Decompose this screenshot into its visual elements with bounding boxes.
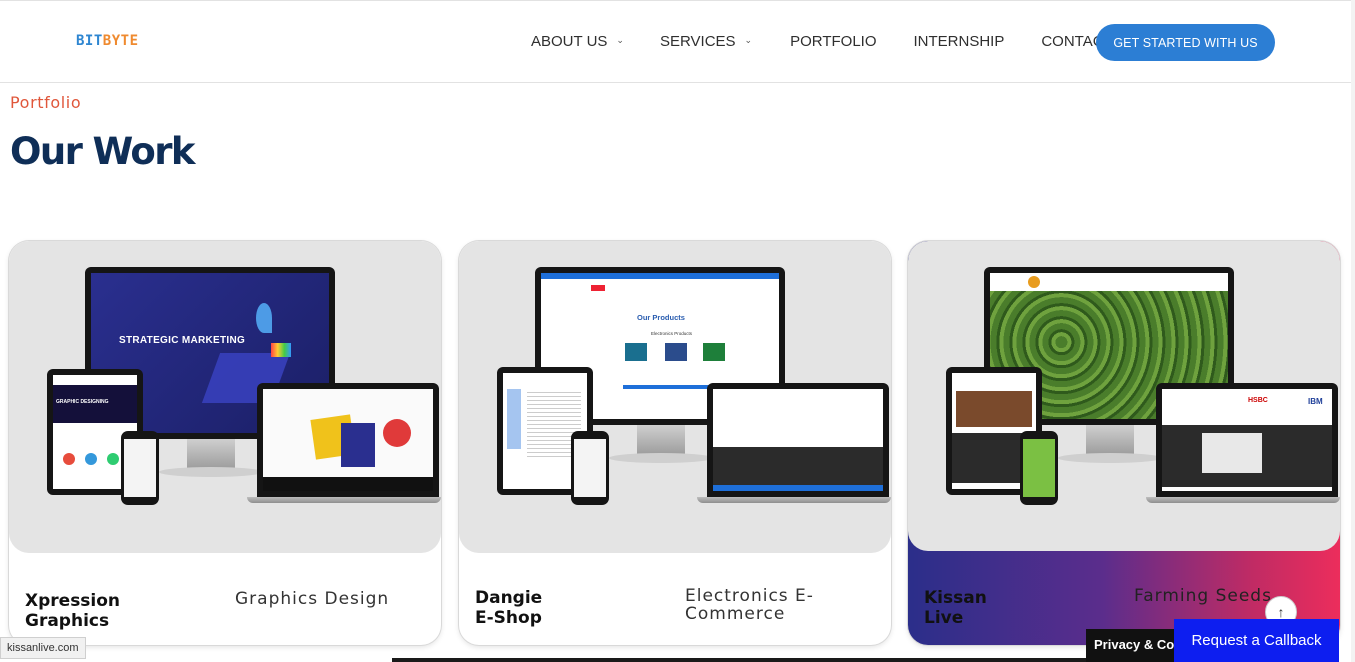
project-category: Graphics Design bbox=[235, 589, 390, 609]
tablet-headline: GRAPHIC DESIGNING bbox=[56, 399, 109, 405]
project-name: Xpression Graphics bbox=[25, 591, 121, 631]
nav-services-label: SERVICES bbox=[659, 33, 736, 50]
logo-part-1: BIT bbox=[76, 33, 103, 49]
laptop-mockup bbox=[257, 383, 439, 497]
nav-about-us[interactable]: ABOUT US ⌄ bbox=[531, 33, 624, 50]
project-category: Farming Seeds bbox=[1134, 586, 1272, 606]
phone-mockup bbox=[121, 431, 159, 505]
monitor-stand bbox=[1086, 425, 1134, 455]
status-url-tooltip: kissanlive.com bbox=[0, 637, 86, 659]
logo-part-2: BYTE bbox=[102, 33, 139, 49]
page-title: Our Work bbox=[10, 130, 195, 173]
project-category: Electronics E- Commerce bbox=[685, 586, 814, 624]
project-name: Kissan Live bbox=[924, 588, 987, 628]
project-image: HSBC IBM bbox=[908, 241, 1340, 551]
nav-portfolio[interactable]: PORTFOLIO bbox=[790, 33, 876, 50]
laptop-base bbox=[697, 497, 891, 503]
project-image: STRATEGIC MARKETING GRAPHIC DESIGNING bbox=[9, 241, 441, 553]
project-card-kissan-live[interactable]: HSBC IBM Kissan Live Farming Seeds bbox=[908, 241, 1340, 645]
laptop-base bbox=[247, 497, 441, 503]
screen-headline: Our Products bbox=[637, 313, 685, 322]
monitor-stand bbox=[637, 425, 685, 455]
partner-logo-ibm: IBM bbox=[1308, 397, 1323, 406]
get-started-button[interactable]: GET STARTED WITH US bbox=[1096, 24, 1275, 61]
screen-subheadline: Electronics Products bbox=[651, 331, 693, 336]
site-header: BITBYTE ABOUT US ⌄ SERVICES ⌄ PORTFOLIO … bbox=[0, 0, 1351, 83]
nav-internship-label: INTERNSHIP bbox=[913, 33, 1005, 50]
project-name: Dangie E-Shop bbox=[475, 588, 543, 628]
nav-internship[interactable]: INTERNSHIP bbox=[914, 33, 1005, 50]
phone-mockup bbox=[1020, 431, 1058, 505]
page-scrollbar[interactable] bbox=[1351, 0, 1355, 662]
project-card-dangie-eshop[interactable]: Our Products Electronics Products Dangie… bbox=[459, 241, 891, 645]
project-card-xpression-graphics[interactable]: STRATEGIC MARKETING GRAPHIC DESIGNING Xp… bbox=[9, 241, 441, 645]
monitor-base bbox=[609, 453, 713, 463]
nav-services[interactable]: SERVICES ⌄ bbox=[660, 33, 752, 50]
nav-about-us-label: ABOUT US bbox=[531, 33, 608, 50]
nav-portfolio-label: PORTFOLIO bbox=[790, 33, 877, 50]
monitor-base bbox=[1058, 453, 1162, 463]
laptop-mockup: HSBC IBM bbox=[1156, 383, 1338, 497]
project-image: Our Products Electronics Products bbox=[459, 241, 891, 553]
bitbyte-logo[interactable]: BITBYTE bbox=[76, 33, 139, 49]
bottom-edge-strip bbox=[392, 658, 1092, 662]
chevron-down-icon: ⌄ bbox=[616, 35, 624, 45]
chevron-down-icon: ⌄ bbox=[744, 35, 753, 45]
page: BITBYTE ABOUT US ⌄ SERVICES ⌄ PORTFOLIO … bbox=[0, 0, 1355, 662]
laptop-mockup bbox=[707, 383, 889, 497]
screen-headline: STRATEGIC MARKETING bbox=[119, 335, 246, 346]
monitor-base bbox=[159, 467, 263, 477]
request-callback-button[interactable]: Request a Callback bbox=[1174, 619, 1339, 662]
main-nav: ABOUT US ⌄ SERVICES ⌄ PORTFOLIO INTERNSH… bbox=[531, 33, 1113, 50]
phone-mockup bbox=[571, 431, 609, 505]
section-eyebrow: Portfolio bbox=[10, 93, 82, 112]
laptop-base bbox=[1146, 497, 1340, 503]
partner-logo-hsbc: HSBC bbox=[1248, 397, 1268, 404]
monitor-stand bbox=[187, 439, 235, 469]
